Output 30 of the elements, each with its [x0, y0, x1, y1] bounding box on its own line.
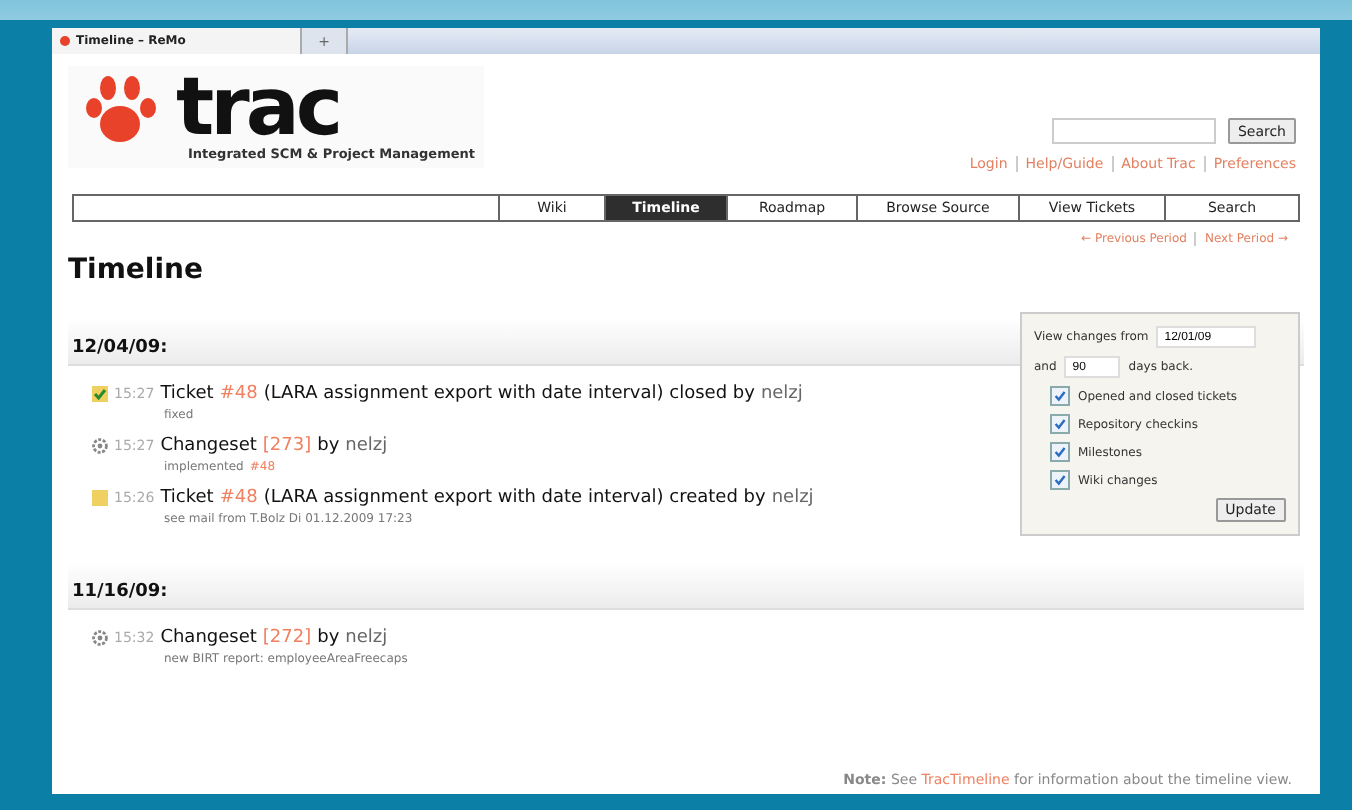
checkbox[interactable] — [1050, 470, 1070, 490]
event-type: Changeset — [160, 436, 257, 456]
checkbox[interactable] — [1050, 442, 1070, 462]
event-summary: by — [317, 628, 340, 648]
event-type: Ticket — [160, 384, 214, 404]
event-summary: (LARA assignment export with date interval) created by — [263, 488, 766, 508]
event-author: nelzj — [771, 488, 814, 508]
date-label: 12/04/09: — [72, 338, 168, 358]
event-author: nelzj — [345, 436, 388, 456]
page-title: Timeline — [68, 254, 205, 286]
gear-icon — [92, 630, 108, 646]
event-link[interactable]: [273] — [262, 436, 312, 456]
ticket-icon — [92, 490, 108, 506]
event-link[interactable]: #48 — [219, 384, 258, 404]
gear-icon — [92, 438, 108, 454]
logo-wordmark: trac — [176, 70, 340, 146]
event-author: nelzj — [345, 628, 388, 648]
event-type: Ticket — [160, 488, 214, 508]
checkbox[interactable] — [1050, 386, 1070, 406]
checkbox[interactable] — [1050, 414, 1070, 434]
event-author: nelzj — [760, 384, 803, 404]
ticket-closed-icon — [92, 386, 108, 402]
event-summary: (LARA assignment export with date interval) closed by — [263, 384, 755, 404]
search-field[interactable] — [1051, 118, 1216, 144]
event-summary: by — [317, 436, 340, 456]
event-type: Changeset — [160, 628, 257, 648]
page-icon — [60, 36, 70, 46]
event-link[interactable]: #48 — [219, 488, 258, 508]
event-link[interactable]: [272] — [262, 628, 312, 648]
date-label: 11/16/09: — [72, 582, 168, 602]
